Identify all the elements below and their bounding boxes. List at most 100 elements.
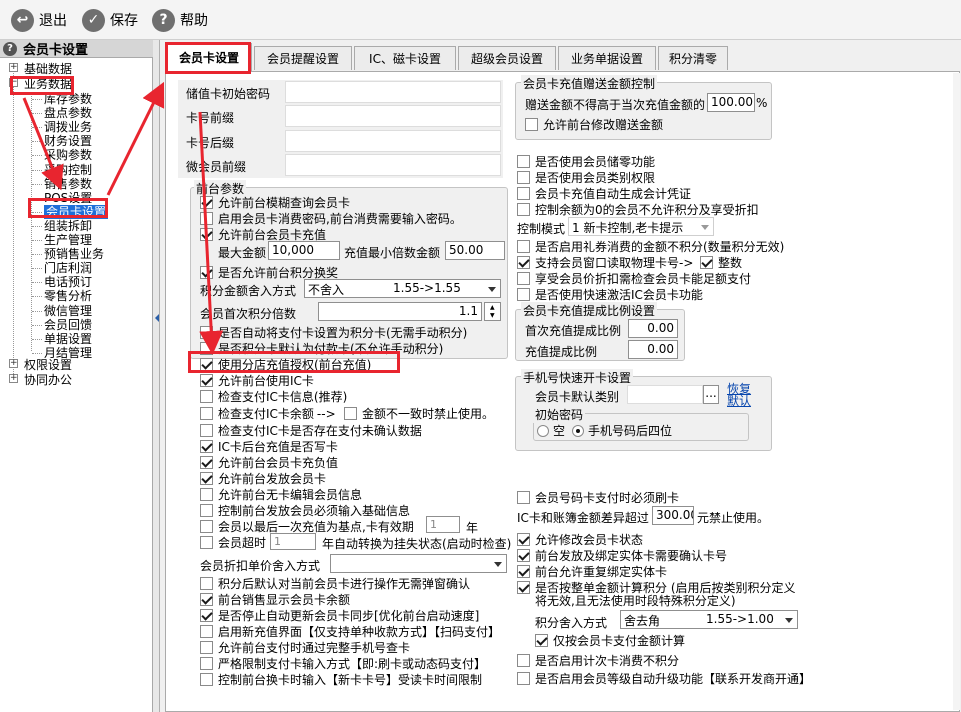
tree-item-business-5[interactable]: 采购控制: [44, 163, 92, 177]
member-price-check-checkbox[interactable]: 享受会员价折扣需检查会员卡能足额支付: [517, 270, 751, 287]
tree-item-business-14[interactable]: 零售分析: [44, 289, 92, 303]
tab-member-card-settings[interactable]: 会员卡设置: [166, 43, 252, 71]
auto-points-card-checkbox[interactable]: 是否自动将支付卡设置为积分卡(无需手动积分): [200, 324, 467, 341]
first-multiple-input[interactable]: 1.1: [318, 302, 482, 321]
tree-item-business-0[interactable]: 库存参数: [44, 92, 92, 106]
repeat-bind-checkbox[interactable]: 前台允许重复绑定实体卡: [517, 563, 667, 580]
validity-years-input[interactable]: 1: [426, 516, 460, 533]
points-round-select[interactable]: 舍去角 1.55->1.00: [620, 610, 798, 629]
tab-super-member[interactable]: 超级会员设置: [458, 46, 556, 70]
allow-ic-card-checkbox[interactable]: 允许前台使用IC卡: [200, 372, 314, 389]
pwd-last4-radio[interactable]: 手机号码后四位: [572, 422, 672, 439]
consume-pwd-checkbox[interactable]: 启用会员卡消费密码,前台消费需要输入密码。: [200, 210, 462, 227]
quick-activate-ic-checkbox[interactable]: 是否使用快速激活IC会员卡功能: [517, 286, 703, 303]
control-mode-select[interactable]: 1 新卡控制,老卡提示: [568, 217, 714, 236]
diff-limit-input[interactable]: 300.00: [652, 506, 694, 525]
tree-item-business-10[interactable]: 生产管理: [44, 233, 92, 247]
tree-item-business-6[interactable]: 销售参数: [44, 177, 92, 191]
allow-edit-gift-checkbox[interactable]: 允许前台修改赠送金额: [525, 116, 663, 133]
tree-item-business-11[interactable]: 预销售业务: [44, 247, 104, 261]
tree-item-business-16[interactable]: 会员回馈: [44, 318, 92, 332]
card-prefix-input[interactable]: [285, 105, 501, 127]
tree-item-business-data[interactable]: 业务数据: [24, 77, 72, 91]
timeout-years-input[interactable]: 1: [270, 533, 316, 550]
count-card-no-points-checkbox[interactable]: 是否启用计次卡消费不积分: [517, 652, 679, 669]
tree-item-business-3[interactable]: 财务设置: [44, 134, 92, 148]
tree-item-business-8[interactable]: 会员卡设置: [44, 204, 109, 219]
new-recharge-ui-checkbox[interactable]: 启用新充值界面【仅支持单种收款方式】【扫码支付】: [200, 623, 500, 640]
pwd-empty-radio[interactable]: 空: [537, 422, 565, 439]
allow-edit-status-checkbox[interactable]: 允许修改会员卡状态: [517, 531, 643, 548]
card-init-pwd-input[interactable]: [285, 81, 501, 103]
first-multiple-spinner[interactable]: ▲ ▼: [484, 302, 501, 321]
allow-issue-card-checkbox[interactable]: 允许前台发放会员卡: [200, 470, 326, 487]
gift-limit-input[interactable]: 100.00: [707, 93, 755, 112]
default-type-input[interactable]: [627, 385, 703, 404]
tree-item-business-1[interactable]: 盘点参数: [44, 106, 92, 120]
help-button[interactable]: ? 帮助: [152, 7, 208, 33]
strict-pay-input-checkbox[interactable]: 严格限制支付卡输入方式【即:刷卡或动态码支付】: [200, 655, 486, 672]
change-storage-checkbox[interactable]: 是否使用会员储零功能: [517, 153, 655, 170]
ic-backend-write-checkbox[interactable]: IC卡后台充值是否写卡: [200, 438, 338, 455]
tree-item-collab-office[interactable]: 协同办公: [24, 373, 72, 387]
round-mode-select[interactable]: 不舍入 1.55->1.55: [304, 279, 501, 298]
check-ic-info-checkbox[interactable]: 检查支付IC卡信息(推荐): [200, 388, 347, 405]
edit-without-card-checkbox[interactable]: 允许前台无卡编辑会员信息: [200, 486, 362, 503]
read-physical-card-checkbox[interactable]: 支持会员窗口读取物理卡号->: [517, 254, 693, 271]
swap-card-limit-checkbox[interactable]: 控制前台换卡时输入【新卡卡号】受读卡时间限制: [200, 671, 482, 688]
balance-mismatch-checkbox[interactable]: 金额不一致时禁止使用。: [344, 405, 494, 422]
show-balance-checkbox[interactable]: 前台销售显示会员卡余额: [200, 591, 350, 608]
check-ic-unconfirmed-checkbox[interactable]: 检查支付IC卡是否存在支付未确认数据: [200, 422, 422, 439]
tab-business-docs[interactable]: 业务单据设置: [558, 46, 656, 70]
tab-ic-card[interactable]: IC、磁卡设置: [354, 46, 456, 70]
timeout-lost-checkbox[interactable]: 会员超时: [200, 534, 266, 551]
category-permission-checkbox[interactable]: 是否使用会员类别权限: [517, 169, 655, 186]
zero-balance-control-checkbox[interactable]: 控制余额为0的会员不允许积分及享受折扣: [517, 201, 759, 218]
discount-round-select[interactable]: [330, 554, 507, 573]
must-swipe-checkbox[interactable]: 会员号码卡支付时必须刷卡: [517, 489, 679, 506]
tree-item-permissions[interactable]: 权限设置: [24, 358, 72, 372]
confirm-card-number-checkbox[interactable]: 前台发放及绑定实体卡需要确认卡号: [517, 547, 727, 564]
tree-item-business-7[interactable]: POS设置: [44, 191, 92, 205]
default-link[interactable]: 默认: [727, 392, 751, 409]
tree-item-business-2[interactable]: 调拨业务: [44, 120, 92, 134]
points-card-default-pay-checkbox[interactable]: 是否积分卡默认为付款卡(不允许手动积分): [200, 340, 443, 357]
require-basic-info-checkbox[interactable]: 控制前台发放会员必须输入基础信息: [200, 502, 410, 519]
tree-item-basic-data[interactable]: 基础数据: [24, 62, 72, 76]
coupon-no-points-checkbox[interactable]: 是否启用礼券消费的金额不积分(数量积分无效): [517, 238, 784, 255]
integer-checkbox[interactable]: 整数: [700, 254, 742, 271]
collapse-icon[interactable]: −: [9, 78, 18, 87]
card-pay-only-checkbox[interactable]: 仅按会员卡支付金额计算: [535, 632, 685, 649]
tree-item-business-15[interactable]: 微信管理: [44, 304, 92, 318]
collapse-arrow-icon[interactable]: [155, 314, 159, 322]
vertical-scrollbar[interactable]: [953, 73, 960, 710]
fuzzy-query-checkbox[interactable]: 允许前台模糊查询会员卡: [200, 194, 350, 211]
tree-item-business-13[interactable]: 电话预订: [44, 275, 92, 289]
browse-button[interactable]: ...: [703, 385, 719, 404]
expand-icon[interactable]: +: [9, 374, 18, 383]
save-button[interactable]: ✓ 保存: [82, 7, 138, 33]
wx-prefix-input[interactable]: [285, 154, 501, 176]
tree-item-business-4[interactable]: 采购参数: [44, 148, 92, 162]
no-popup-confirm-checkbox[interactable]: 积分后默认对当前会员卡进行操作无需弹窗确认: [200, 575, 470, 592]
branch-recharge-auth-checkbox[interactable]: 使用分店充值授权(前台充值): [200, 356, 371, 373]
tab-member-reminder[interactable]: 会员提醒设置: [254, 46, 352, 70]
max-amount-input[interactable]: 10,000: [268, 241, 340, 260]
phone-lookup-checkbox[interactable]: 允许前台支付时通过完整手机号查卡: [200, 639, 410, 656]
auto-voucher-checkbox[interactable]: 会员卡充值自动生成会计凭证: [517, 185, 691, 202]
check-ic-balance-checkbox[interactable]: 检查支付IC卡余额 -->: [200, 405, 336, 422]
exit-button[interactable]: ↩ 退出: [11, 7, 67, 33]
recharge-commission-input[interactable]: 0.00: [628, 340, 678, 359]
tree-item-business-12[interactable]: 门店利润: [44, 261, 92, 275]
expand-icon[interactable]: +: [9, 359, 18, 368]
min-multiple-input[interactable]: 50.00: [445, 241, 505, 260]
expand-icon[interactable]: +: [9, 63, 18, 72]
tree-item-business-17[interactable]: 单据设置: [44, 332, 92, 346]
tree-item-business-9[interactable]: 组装拆卸: [44, 219, 92, 233]
stop-auto-sync-checkbox[interactable]: 是否停止自动更新会员卡同步[优化前台启动速度]: [200, 607, 479, 624]
first-commission-input[interactable]: 0.00: [628, 319, 678, 338]
card-suffix-input[interactable]: [285, 130, 501, 152]
splitter[interactable]: [153, 40, 160, 712]
tab-points-clear[interactable]: 积分清零: [658, 46, 728, 70]
auto-upgrade-checkbox[interactable]: 是否启用会员等级自动升级功能【联系开发商开通】: [517, 670, 811, 687]
